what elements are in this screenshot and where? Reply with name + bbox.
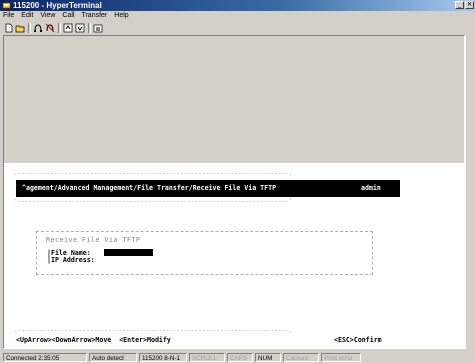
- connect-icon[interactable]: [33, 23, 43, 33]
- disconnect-icon[interactable]: [45, 23, 55, 33]
- terminal-empty-region: [4, 36, 464, 163]
- connection-time: Connected 2:35:05: [3, 353, 87, 362]
- scroll-indicator: SCROLL: [189, 353, 225, 362]
- menu-help[interactable]: Help: [114, 11, 128, 21]
- vertical-scrollbar[interactable]: [465, 35, 475, 349]
- port-settings: 115200 8-N-1: [139, 353, 187, 362]
- send-icon[interactable]: [63, 23, 73, 33]
- ip-address-label: |IP Address:: [47, 256, 95, 264]
- toolbar: [0, 21, 475, 35]
- path-bar-bottom-border: '---------------------------------------…: [14, 198, 293, 205]
- menu-call[interactable]: Call: [62, 11, 74, 21]
- menu-edit[interactable]: Edit: [21, 11, 33, 21]
- navigation-help: <UpArrow><DownArrow>Move <Enter>Modify: [16, 336, 171, 344]
- hyperterminal-icon[interactable]: [2, 1, 11, 10]
- receive-icon[interactable]: [75, 23, 85, 33]
- caps-indicator: CAPS: [227, 353, 253, 362]
- window-title: 115200 - HyperTerminal: [13, 1, 102, 10]
- num-indicator: NUM: [255, 353, 281, 362]
- esc-confirm-hint: <ESC>Confirm: [334, 336, 382, 344]
- file-name-input[interactable]: [104, 249, 153, 256]
- capture-indicator: Capture: [283, 353, 319, 362]
- minimize-button[interactable]: _: [455, 1, 464, 9]
- menu-view[interactable]: View: [40, 11, 55, 21]
- menu-transfer[interactable]: Transfer: [81, 11, 107, 21]
- top-border: .---------------------------------------…: [14, 170, 293, 177]
- auto-detect: Auto detect: [89, 353, 137, 362]
- menu-file[interactable]: File: [3, 11, 14, 21]
- user-name: admin: [361, 184, 381, 192]
- help-top-border: .---------------------------------------…: [14, 327, 293, 334]
- close-button[interactable]: ✕: [465, 1, 474, 9]
- box-title: Receive File Via TFTP: [46, 236, 141, 244]
- breadcrumb-path: ^agement/Advanced Management/File Transf…: [22, 184, 277, 192]
- open-icon[interactable]: [15, 23, 25, 33]
- print-echo-indicator: Print echo: [321, 353, 361, 362]
- properties-icon[interactable]: [93, 23, 103, 33]
- menu-bar: File Edit View Call Transfer Help: [0, 11, 475, 21]
- status-bar: Connected 2:35:05 Auto detect 115200 8-N…: [0, 352, 475, 363]
- new-connection-icon[interactable]: [4, 23, 14, 33]
